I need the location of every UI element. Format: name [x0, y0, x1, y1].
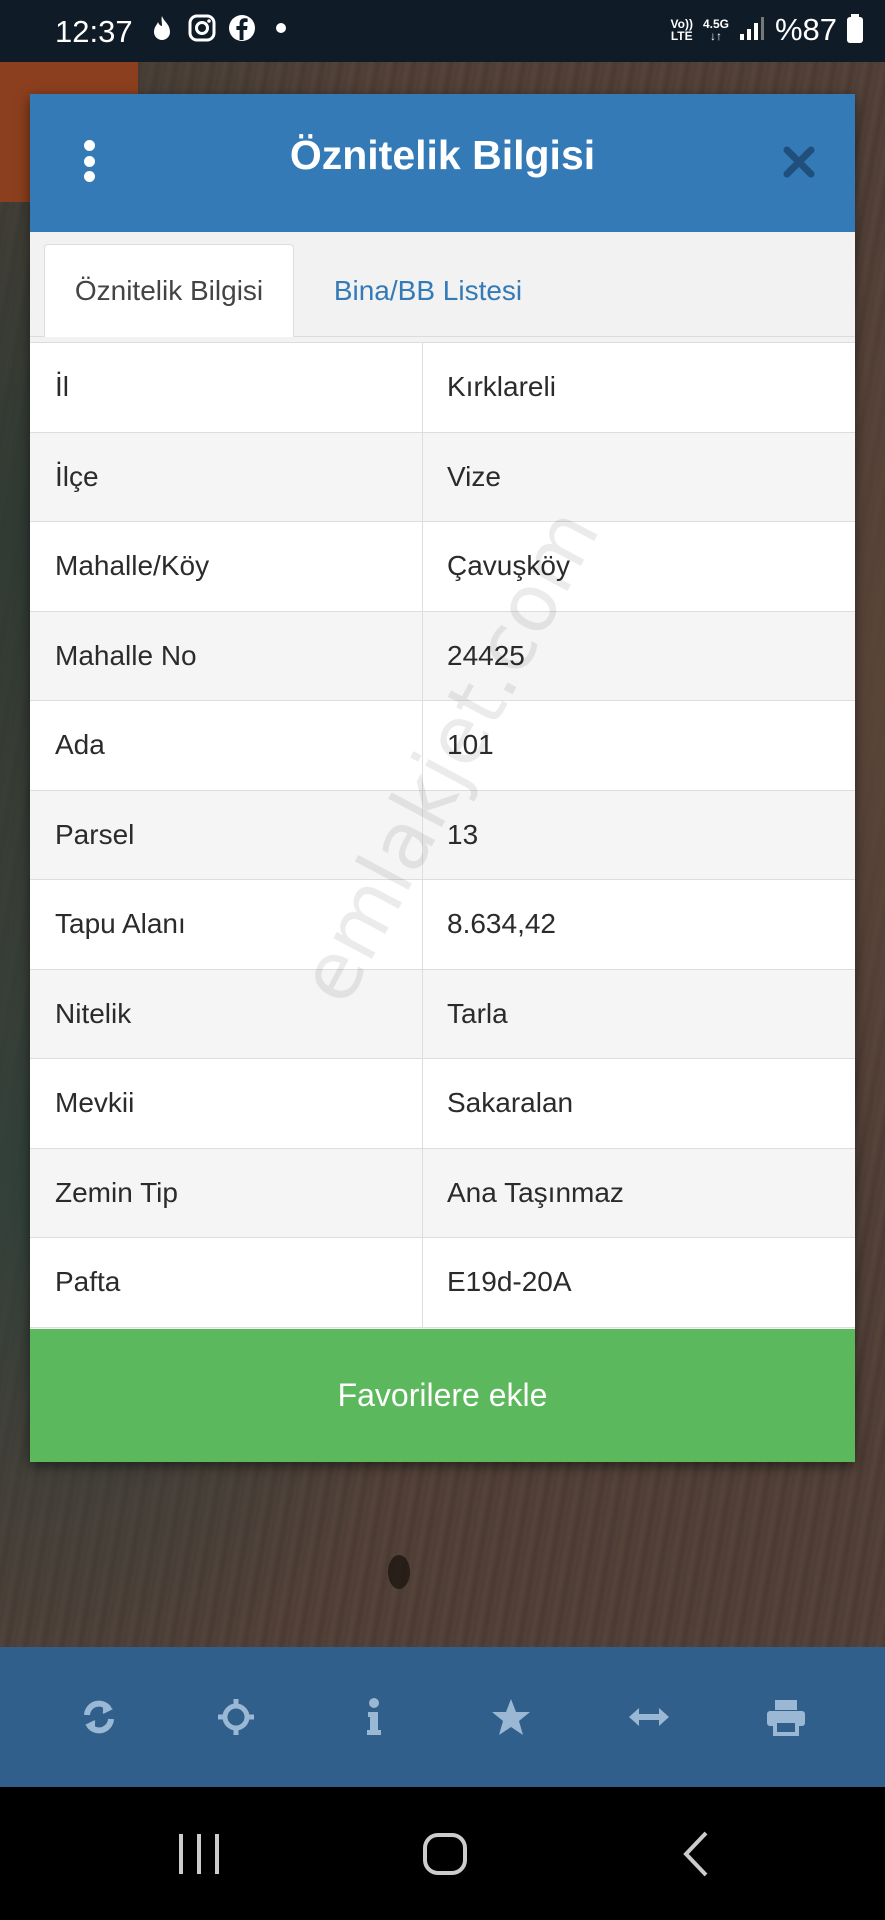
table-row: İl Kırklareli	[30, 343, 855, 433]
battery-percent: %87	[774, 12, 837, 47]
row-key: İlçe	[30, 432, 423, 521]
dialog-title: Öznitelik Bilgisi	[289, 132, 596, 178]
row-value: 24425	[447, 639, 525, 671]
row-value: Tarla	[447, 997, 508, 1029]
back-button[interactable]	[680, 1829, 710, 1879]
row-key: Tapu Alanı	[30, 880, 423, 969]
dialog-tabs: Öznitelik Bilgisi Bina/BB Listesi	[30, 232, 855, 337]
map-toolbar	[0, 1647, 885, 1787]
notification-icons	[148, 14, 286, 42]
network-type: 4.5G ↓↑	[702, 17, 729, 43]
table-row: Mevkii Sakaralan	[30, 1059, 855, 1149]
table-row: Nitelik Tarla	[30, 969, 855, 1059]
row-value: 8.634,42	[447, 908, 556, 940]
attribute-info-dialog: Öznitelik Bilgisi Öznitelik Bilgisi Bina…	[30, 94, 855, 1462]
row-value: Ana Taşınmaz	[447, 1176, 624, 1208]
close-icon[interactable]	[779, 142, 819, 182]
row-key: Zemin Tip	[30, 1148, 423, 1237]
locate-icon[interactable]	[206, 1687, 266, 1747]
row-value: Vize	[447, 460, 501, 492]
signal-icon	[739, 15, 765, 46]
table-row: Pafta E19d-20A	[30, 1238, 855, 1328]
volte-indicator: Vo)) LTE	[670, 17, 693, 43]
row-key: Ada	[30, 701, 423, 790]
table-row: Mahalle No 24425	[30, 611, 855, 701]
row-key: İl	[30, 343, 423, 432]
more-notifications-dot	[276, 23, 286, 33]
table-row: Ada 101	[30, 701, 855, 791]
measure-icon[interactable]	[619, 1687, 679, 1747]
row-key: Mahalle/Köy	[30, 522, 423, 611]
row-key: Nitelik	[30, 969, 423, 1058]
star-icon[interactable]	[481, 1687, 541, 1747]
facebook-icon	[228, 14, 256, 42]
row-value: 13	[447, 818, 479, 850]
row-value: 101	[447, 729, 494, 761]
recent-apps-button[interactable]	[176, 1829, 222, 1879]
system-status: Vo)) LTE 4.5G ↓↑ %87	[670, 12, 863, 48]
tinder-icon	[148, 14, 176, 42]
instagram-icon	[188, 14, 216, 42]
print-icon[interactable]	[756, 1687, 816, 1747]
map-feature	[388, 1555, 410, 1589]
refresh-icon[interactable]	[69, 1687, 129, 1747]
row-key: Pafta	[30, 1238, 423, 1327]
row-key: Mahalle No	[30, 611, 423, 700]
table-row: İlçe Vize	[30, 432, 855, 522]
row-value: Sakaralan	[447, 1087, 574, 1119]
row-key: Parsel	[30, 790, 423, 879]
status-time: 12:37	[55, 14, 133, 49]
row-value: E19d-20A	[447, 1266, 572, 1298]
table-row: Zemin Tip Ana Taşınmaz	[30, 1148, 855, 1238]
table-row: Parsel 13	[30, 790, 855, 880]
table-row: Tapu Alanı 8.634,42	[30, 880, 855, 970]
tab-building-list[interactable]: Bina/BB Listesi	[308, 244, 548, 337]
tab-attribute-info[interactable]: Öznitelik Bilgisi	[44, 244, 294, 337]
system-nav-bar	[0, 1787, 885, 1920]
attribute-table: İl Kırklareli İlçe Vize Mahalle/Köy Çavuşkö…	[30, 342, 855, 1328]
row-value: Kırklareli	[447, 371, 556, 403]
row-key: Mevkii	[30, 1059, 423, 1148]
table-row: Mahalle/Köy Çavuşköy	[30, 522, 855, 612]
home-button[interactable]	[422, 1829, 468, 1879]
info-icon[interactable]	[344, 1687, 404, 1747]
row-value: Çavuşköy	[447, 550, 570, 582]
dialog-header: Öznitelik Bilgisi	[30, 94, 855, 232]
status-bar: 12:37 Vo)) LTE 4.5G ↓↑ %87	[0, 0, 885, 62]
battery-icon	[847, 14, 863, 43]
add-favorite-button[interactable]: Favorilere ekle	[30, 1329, 855, 1462]
